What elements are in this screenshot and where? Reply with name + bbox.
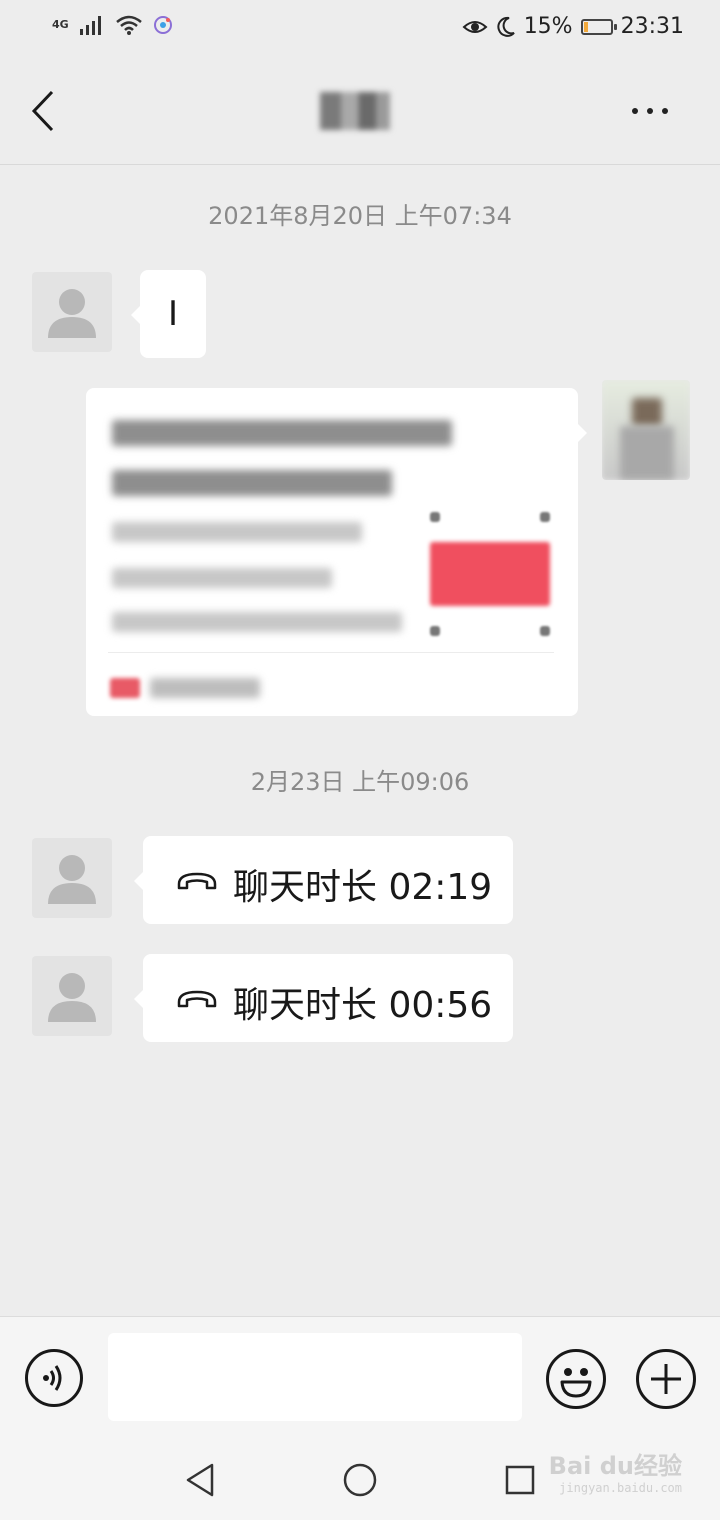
wifi-icon [115, 15, 142, 35]
nav-recents-icon[interactable] [504, 1464, 536, 1496]
voice-icon[interactable] [25, 1349, 83, 1407]
input-bar [0, 1316, 720, 1431]
eye-icon [462, 20, 488, 33]
link-thumbnail [430, 512, 550, 636]
shared-link-card[interactable] [86, 388, 587, 716]
status-right: 15% 23:31 [462, 14, 684, 39]
default-avatar-icon [48, 289, 96, 338]
nav-back-icon[interactable] [184, 1462, 216, 1498]
default-avatar-icon [48, 855, 96, 904]
message-text: I [168, 294, 179, 334]
status-left: 4G [52, 14, 173, 36]
chat-header [0, 58, 720, 165]
emoji-icon[interactable] [546, 1349, 606, 1409]
status-bar: 4G 15% 23:31 [0, 0, 720, 58]
watermark-url: jingyan.baidu.com [559, 1481, 682, 1495]
my-avatar[interactable] [602, 380, 690, 480]
timestamp: 2021年8月20日 上午07:34 [208, 202, 512, 230]
plus-icon[interactable] [636, 1349, 696, 1409]
clock: 23:31 [620, 14, 684, 39]
timestamp: 2月23日 上午09:06 [250, 768, 470, 796]
moon-icon [497, 16, 515, 37]
call-record-bubble[interactable]: 聊天时长 02:19 [134, 836, 513, 924]
contact-avatar[interactable] [32, 272, 112, 352]
battery-fill [583, 21, 588, 32]
contact-avatar[interactable] [32, 956, 112, 1036]
call-duration: 聊天时长 00:56 [233, 985, 493, 1026]
more-dots-icon[interactable] [632, 102, 680, 120]
chat-title-blurred [320, 92, 390, 130]
phone-hangup-icon [177, 990, 217, 1008]
call-record-bubble[interactable]: 聊天时长 00:56 [134, 954, 513, 1042]
back-arrow-icon[interactable] [28, 88, 68, 134]
app-notification-icon [153, 16, 172, 34]
phone-hangup-icon [177, 872, 217, 890]
nav-home-icon[interactable] [342, 1462, 378, 1498]
battery-icon [580, 18, 617, 35]
watermark: Bai du经验 jingyan.baidu.com [549, 1446, 682, 1495]
signal-icon [79, 16, 101, 35]
watermark-logo: Bai du经验 [548, 1452, 682, 1480]
message-input[interactable] [108, 1333, 522, 1421]
call-duration: 聊天时长 02:19 [233, 867, 493, 908]
system-nav-bar: Bai du经验 jingyan.baidu.com [0, 1430, 720, 1520]
contact-avatar[interactable] [32, 838, 112, 918]
default-avatar-icon [48, 973, 96, 1022]
network-type: 4G [52, 18, 69, 31]
message-bubble[interactable]: I [131, 270, 206, 358]
battery-percent: 15% [523, 14, 573, 39]
